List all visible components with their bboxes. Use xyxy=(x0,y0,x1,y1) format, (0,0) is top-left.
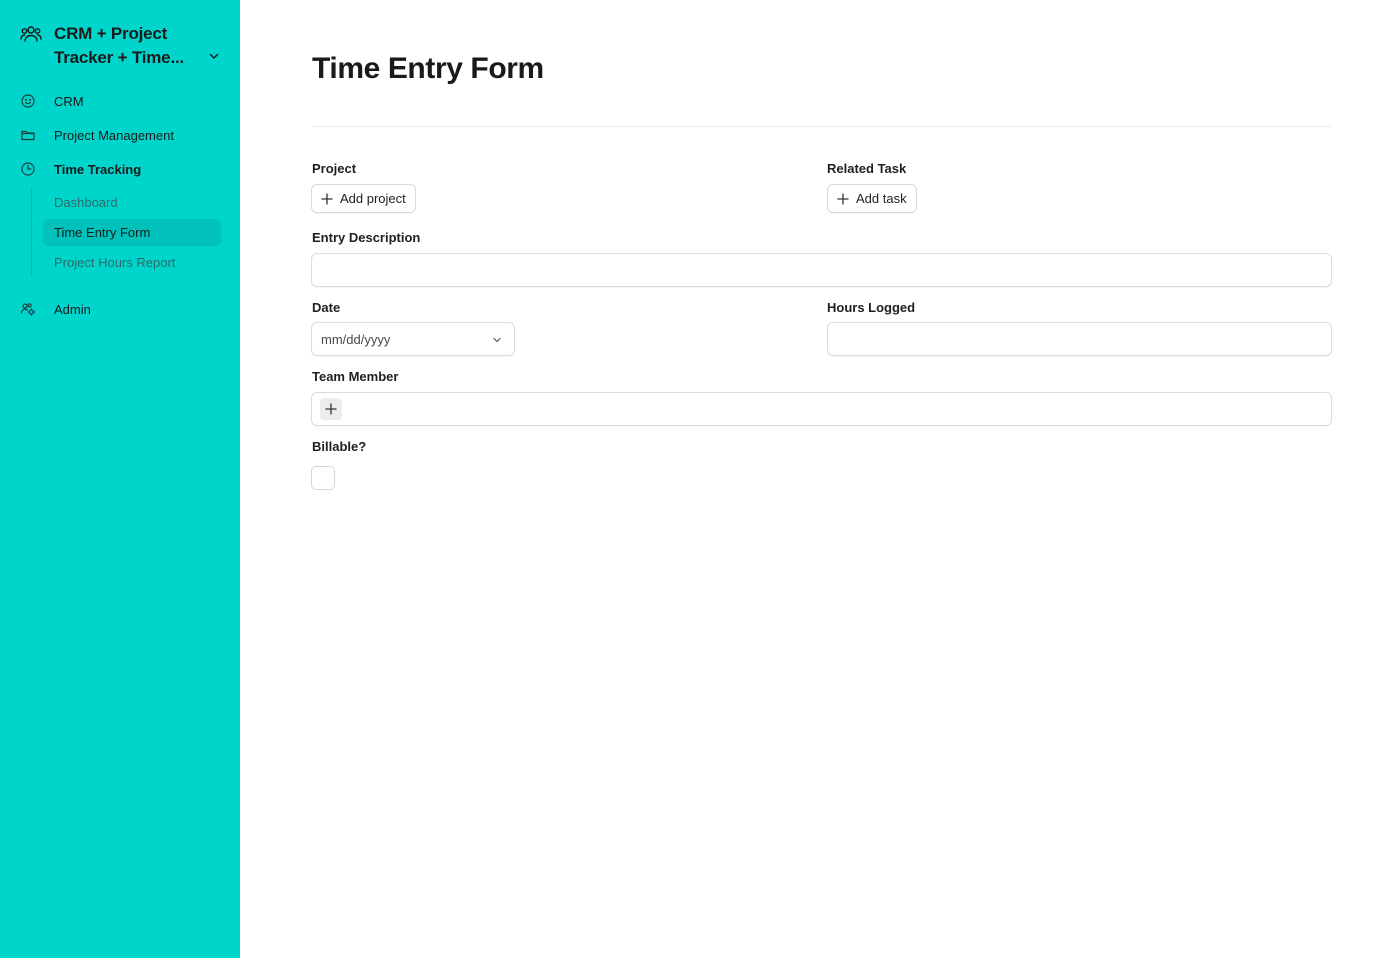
plus-icon xyxy=(321,192,333,205)
people-icon xyxy=(20,26,42,42)
date-placeholder: mm/dd/yyyy xyxy=(321,331,391,347)
workspace-switcher[interactable]: CRM + Project Tracker + Time... xyxy=(20,22,230,70)
team-member-label: Team Member xyxy=(312,369,399,384)
sidebar-item-project-management[interactable]: Project Management xyxy=(20,124,174,146)
folder-icon xyxy=(21,130,35,141)
sidebar-subitem-time-entry-form[interactable]: Time Entry Form xyxy=(43,219,221,246)
team-member-field[interactable] xyxy=(311,392,1332,426)
sidebar-item-time-tracking[interactable]: Time Tracking xyxy=(20,158,141,180)
sidebar-subitem-project-hours-report[interactable]: Project Hours Report xyxy=(43,249,221,276)
smiley-icon xyxy=(21,94,35,108)
chevron-down-icon xyxy=(493,337,501,343)
hours-logged-label: Hours Logged xyxy=(827,300,916,315)
add-team-member-button[interactable] xyxy=(320,398,342,420)
sidebar-item-admin[interactable]: Admin xyxy=(20,298,91,320)
clock-icon xyxy=(21,162,35,176)
sidebar-item-label: Project Management xyxy=(54,127,174,143)
date-picker[interactable]: mm/dd/yyyy xyxy=(311,322,515,356)
entry-description-input[interactable] xyxy=(311,253,1332,287)
chevron-down-icon xyxy=(209,53,219,59)
sidebar-item-label: Time Tracking xyxy=(54,161,142,177)
entry-description-label: Entry Description xyxy=(312,230,421,245)
sidebar-item-crm[interactable]: CRM xyxy=(20,90,84,112)
add-task-label: Add task xyxy=(856,191,907,206)
title-divider xyxy=(312,126,1331,127)
plus-icon xyxy=(325,403,337,415)
workspace-title: CRM + Project Tracker + Time... xyxy=(54,24,185,67)
hours-logged-input[interactable] xyxy=(827,322,1332,356)
billable-checkbox[interactable] xyxy=(311,466,335,490)
sidebar-item-label: CRM xyxy=(54,93,84,109)
billable-label: Billable? xyxy=(312,439,367,454)
sidebar-subitem-dashboard[interactable]: Dashboard xyxy=(43,189,221,216)
users-gear-icon xyxy=(20,303,36,316)
sidebar-item-label: Admin xyxy=(54,301,91,317)
add-project-button[interactable]: Add project xyxy=(311,184,416,213)
plus-icon xyxy=(837,192,849,205)
sidebar: CRM + Project Tracker + Time... CRM Proj… xyxy=(0,0,240,958)
add-task-button[interactable]: Add task xyxy=(827,184,917,213)
subnav-guide-line xyxy=(31,188,32,276)
related-task-label: Related Task xyxy=(827,161,907,176)
add-project-label: Add project xyxy=(340,191,406,206)
date-label: Date xyxy=(312,300,341,315)
project-label: Project xyxy=(312,161,357,176)
page-title: Time Entry Form xyxy=(312,52,544,85)
